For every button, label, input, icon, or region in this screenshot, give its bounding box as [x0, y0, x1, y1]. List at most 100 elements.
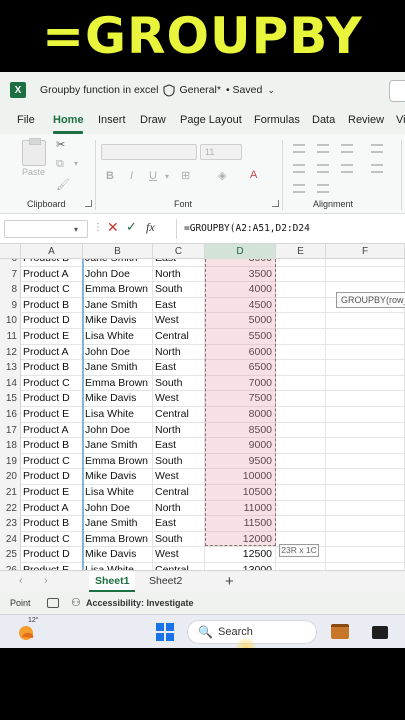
table-row[interactable]: 22 Product A John Doe North 11000 [0, 500, 405, 517]
column-header-d[interactable]: D [205, 244, 276, 259]
sheet-tab-sheet1[interactable]: Sheet1 [89, 571, 136, 592]
table-row[interactable]: 24 Product C Emma Brown South 12000 [0, 531, 405, 548]
sheet-next-icon[interactable]: › [44, 575, 48, 587]
borders-icon[interactable]: ⊞ [181, 169, 190, 182]
insert-function-icon[interactable]: fx [146, 220, 155, 235]
cell-region[interactable]: East [153, 516, 205, 532]
row-number[interactable]: 14 [0, 375, 21, 392]
cell-empty[interactable] [276, 259, 326, 267]
cell-region[interactable]: East [153, 259, 205, 267]
row-number[interactable]: 23 [0, 516, 21, 532]
copy-icon[interactable]: ⧉ [56, 158, 64, 171]
clipboard-launcher-icon[interactable] [85, 200, 92, 207]
cell-empty[interactable] [276, 485, 326, 501]
row-number[interactable]: 20 [0, 469, 21, 485]
cell-product[interactable]: Product E [21, 407, 83, 423]
cell-region[interactable]: North [153, 344, 205, 361]
cell-region[interactable]: West [153, 313, 205, 329]
cell-product[interactable]: Product B [21, 438, 83, 454]
cell-salesperson[interactable]: Jane Smith [83, 516, 153, 532]
align-right-icon[interactable] [341, 164, 353, 173]
row-number[interactable]: 10 [0, 313, 21, 329]
paste-label[interactable]: Paste [22, 167, 45, 177]
font-launcher-icon[interactable] [272, 200, 279, 207]
row-number[interactable]: 7 [0, 266, 21, 283]
table-row[interactable]: 18 Product B Jane Smith East 9000 [0, 438, 405, 454]
tab-formulas[interactable]: Formulas [254, 114, 300, 126]
cell-product[interactable]: Product D [21, 313, 83, 329]
tab-review[interactable]: Review [348, 114, 384, 126]
cell-salesperson[interactable]: Emma Brown [83, 531, 153, 548]
cell-salesperson[interactable]: Mike Davis [83, 391, 153, 407]
excel-logo-icon[interactable]: X [10, 82, 26, 98]
document-title[interactable]: Groupby function in excel [40, 84, 158, 96]
cell-product[interactable]: Product E [21, 563, 83, 570]
tab-view[interactable]: Vi [396, 114, 405, 126]
title-dropdown-icon[interactable]: ⌄ [267, 85, 275, 96]
cell-salesperson[interactable]: John Doe [83, 500, 153, 517]
row-number[interactable]: 25 [0, 547, 21, 563]
cell-empty[interactable] [326, 516, 405, 532]
cell-empty[interactable] [326, 329, 405, 345]
row-number[interactable]: 15 [0, 391, 21, 407]
sheet-tab-sheet2[interactable]: Sheet2 [143, 571, 188, 592]
cell-product[interactable]: Product D [21, 547, 83, 563]
column-header-c[interactable]: C [153, 244, 205, 259]
row-number[interactable]: 11 [0, 329, 21, 345]
paste-icon[interactable] [22, 138, 46, 166]
cell-empty[interactable] [326, 266, 405, 283]
cell-salesperson[interactable]: Jane Smith [83, 297, 153, 314]
cell-empty[interactable] [326, 547, 405, 563]
cell-product[interactable]: Product E [21, 329, 83, 345]
row-number[interactable]: 17 [0, 422, 21, 439]
tab-file[interactable]: File [17, 114, 35, 126]
tab-page-layout[interactable]: Page Layout [180, 114, 242, 126]
table-row[interactable]: 26Product ELisa WhiteCentral13000 [0, 563, 405, 570]
macro-record-icon[interactable] [47, 598, 59, 608]
function-tooltip[interactable]: GROUPBY(row_ [336, 292, 405, 308]
table-row[interactable]: 6Product BJane SmithEast3000 [0, 259, 405, 267]
cell-region[interactable]: North [153, 266, 205, 283]
cell-product[interactable]: Product E [21, 485, 83, 501]
column-header-f[interactable]: F [326, 244, 405, 259]
add-sheet-button[interactable]: + [225, 573, 234, 590]
cell-empty[interactable] [276, 282, 326, 298]
cell-product[interactable]: Product B [21, 297, 83, 314]
row-number[interactable]: 8 [0, 282, 21, 298]
cell-product[interactable]: Product A [21, 500, 83, 517]
cell-salesperson[interactable]: Mike Davis [83, 313, 153, 329]
worksheet-grid[interactable]: 26Product ELisa WhiteCentral1300025Produ… [0, 259, 405, 570]
cell-sales[interactable]: 13000 [205, 563, 276, 570]
table-row[interactable]: 13 Product B Jane Smith East 6500 [0, 360, 405, 376]
cell-region[interactable]: North [153, 422, 205, 439]
cell-empty[interactable] [326, 469, 405, 485]
cell-product[interactable]: Product A [21, 344, 83, 361]
cell-empty[interactable] [276, 438, 326, 454]
align-left-icon[interactable] [293, 164, 305, 173]
table-row[interactable]: 10 Product D Mike Davis West 5000 [0, 313, 405, 329]
increase-indent-icon[interactable] [317, 184, 329, 193]
cell-product[interactable]: Product B [21, 360, 83, 376]
cell-empty[interactable] [276, 297, 326, 314]
cell-salesperson[interactable]: Mike Davis [83, 547, 153, 563]
formula-input[interactable]: =GROUPBY(A2:A51,D2:D24 [184, 223, 310, 234]
windows-start-icon[interactable] [156, 623, 174, 641]
cell-empty[interactable] [326, 391, 405, 407]
font-size-box[interactable]: 11 [200, 144, 242, 160]
cell-region[interactable]: West [153, 469, 205, 485]
cell-region[interactable]: South [153, 282, 205, 298]
underline-button[interactable]: U [149, 170, 157, 182]
cell-empty[interactable] [326, 375, 405, 392]
format-painter-icon[interactable]: 🖌 [56, 178, 70, 191]
cell-product[interactable]: Product C [21, 282, 83, 298]
cell-product[interactable]: Product B [21, 516, 83, 532]
cell-empty[interactable] [326, 438, 405, 454]
row-number[interactable]: 13 [0, 360, 21, 376]
cell-salesperson[interactable]: Jane Smith [83, 259, 153, 267]
cell-salesperson[interactable]: John Doe [83, 266, 153, 283]
cell-salesperson[interactable]: Emma Brown [83, 453, 153, 470]
align-center-icon[interactable] [317, 164, 329, 173]
cell-empty[interactable] [326, 313, 405, 329]
cell-salesperson[interactable]: Mike Davis [83, 469, 153, 485]
cell-empty[interactable] [326, 563, 405, 570]
